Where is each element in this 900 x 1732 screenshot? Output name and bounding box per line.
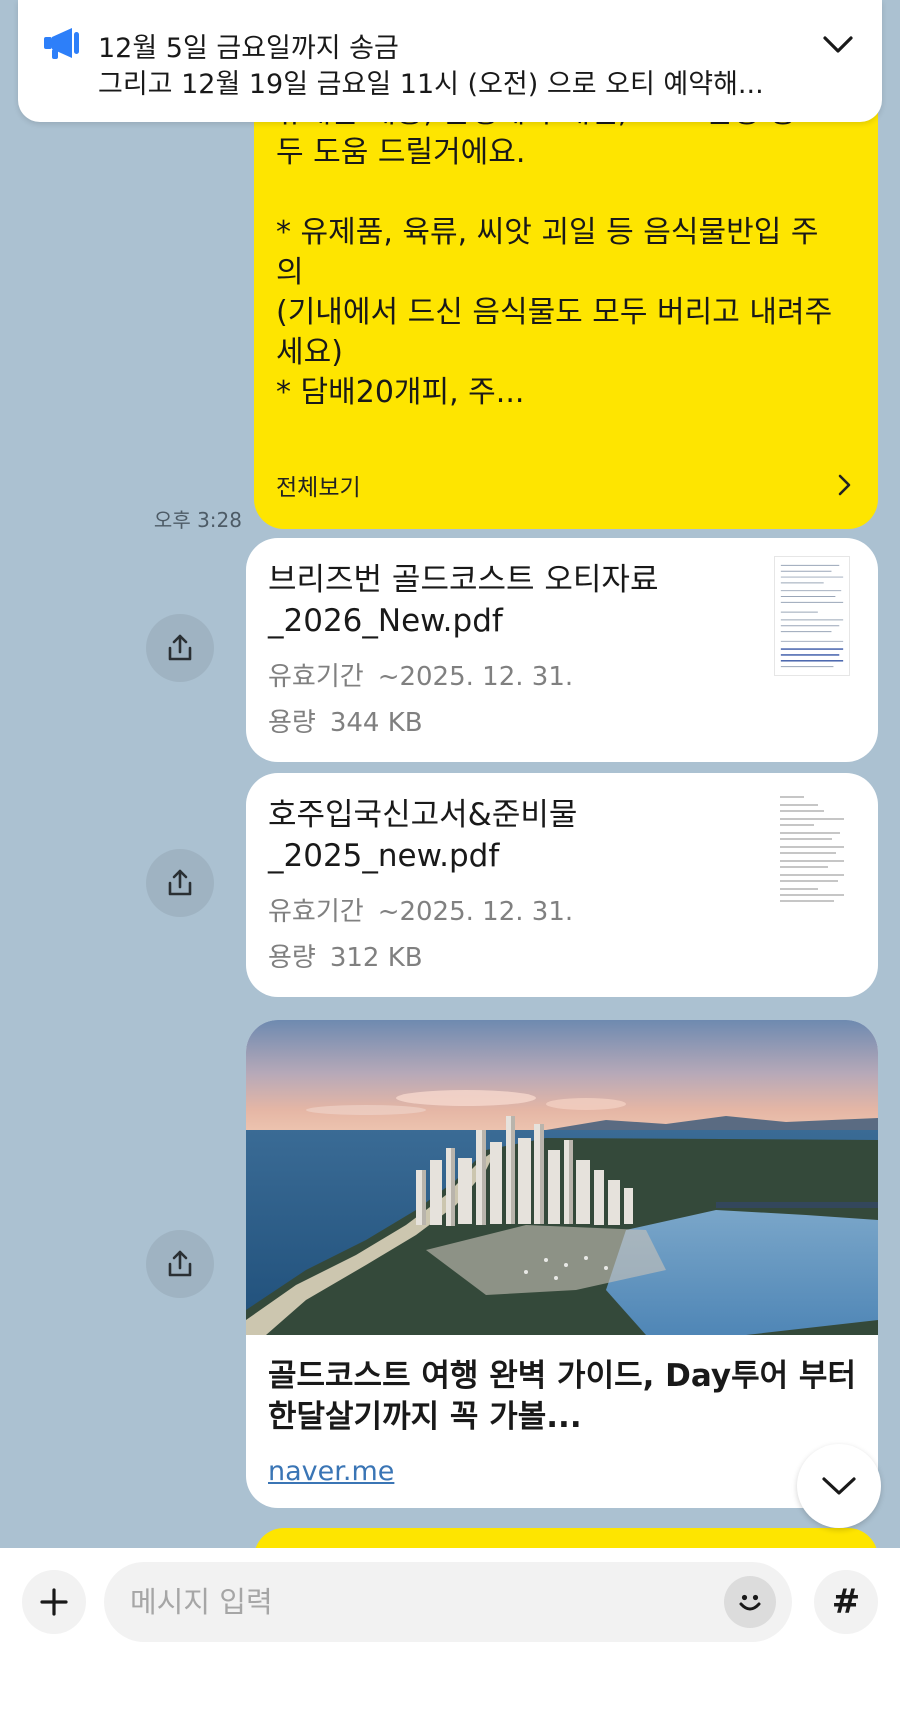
file-expiry: 유효기간 ~2025. 12. 31. <box>268 891 573 928</box>
chat-area[interactable]: 휴대폰 개통, 은행계좌 개설, TFN 신청 등 모 두 도움 드릴거에요. … <box>0 0 900 1548</box>
chevron-down-icon <box>822 1477 856 1495</box>
share-icon <box>168 1250 192 1277</box>
link-title: 골드코스트 여행 완벽 가이드, Day투어 부터 한달살기까지 꼭 가볼... <box>268 1358 856 1435</box>
hashtag-search-button[interactable]: # <box>814 1570 878 1634</box>
chevron-down-icon[interactable] <box>820 28 856 60</box>
file-name: 브리즈번 골드코스트 오티자료 _2026_New.pdf <box>268 562 659 639</box>
notice-title: 12월 5일 금요일까지 송금 <box>98 33 399 64</box>
size-label: 용량 <box>268 943 316 973</box>
megaphone-icon <box>44 28 79 59</box>
message-timestamp: 오후 3:28 <box>153 508 242 532</box>
expiry-value: ~2025. 12. 31. <box>377 662 574 692</box>
share-button[interactable] <box>146 849 214 917</box>
size-value: 344 KB <box>329 708 423 738</box>
share-button[interactable] <box>146 614 214 682</box>
share-icon <box>168 869 192 896</box>
notice-banner[interactable]: 12월 5일 금요일까지 송금 그리고 12월 19일 금요일 11시 (오전)… <box>18 0 882 122</box>
message-input-bar: # <box>0 1548 900 1732</box>
message-input-container <box>104 1562 792 1642</box>
see-all-label: 전체보기 <box>276 475 361 501</box>
expiry-label: 유효기간 <box>268 897 364 927</box>
expiry-label: 유효기간 <box>268 662 364 692</box>
size-label: 용량 <box>268 708 316 738</box>
file-size: 용량 312 KB <box>268 937 423 974</box>
message-input[interactable] <box>130 1562 690 1642</box>
scroll-to-bottom-button[interactable] <box>797 1444 881 1528</box>
file-expiry: 유효기간 ~2025. 12. 31. <box>268 656 573 693</box>
pdf-thumbnail <box>774 556 850 676</box>
message-text: 휴대폰 개통, 은행계좌 개설, TFN 신청 등 모 두 도움 드릴거에요. … <box>276 95 834 410</box>
my-message-bubble[interactable] <box>254 1528 878 1548</box>
see-all-button[interactable]: 전체보기 <box>276 470 858 501</box>
plus-icon <box>40 1588 68 1616</box>
file-size: 용량 344 KB <box>268 702 423 739</box>
file-card[interactable]: 브리즈번 골드코스트 오티자료 _2026_New.pdf 유효기간 ~2025.… <box>246 538 878 762</box>
share-button[interactable] <box>146 1230 214 1298</box>
emoji-button[interactable] <box>724 1576 776 1628</box>
size-value: 312 KB <box>329 943 423 973</box>
chevron-right-icon <box>838 474 851 496</box>
share-icon <box>168 634 192 661</box>
pdf-thumbnail <box>774 791 850 911</box>
emoji-icon <box>739 1594 761 1611</box>
file-name: 호주입국신고서&준비물 _2025_new.pdf <box>268 797 578 874</box>
attach-button[interactable] <box>22 1570 86 1634</box>
file-card[interactable]: 호주입국신고서&준비물 _2025_new.pdf 유효기간 ~2025. 12.… <box>246 773 878 997</box>
expiry-value: ~2025. 12. 31. <box>377 897 574 927</box>
notice-subtitle: 그리고 12월 19일 금요일 11시 (오전) 으로 오티 예약해... <box>98 69 764 100</box>
link-preview-card[interactable]: 골드코스트 여행 완벽 가이드, Day투어 부터 한달살기까지 꼭 가볼...… <box>246 1020 878 1508</box>
gold-coast-skyline-photo <box>246 1020 878 1335</box>
link-domain[interactable]: naver.me <box>268 1456 394 1487</box>
